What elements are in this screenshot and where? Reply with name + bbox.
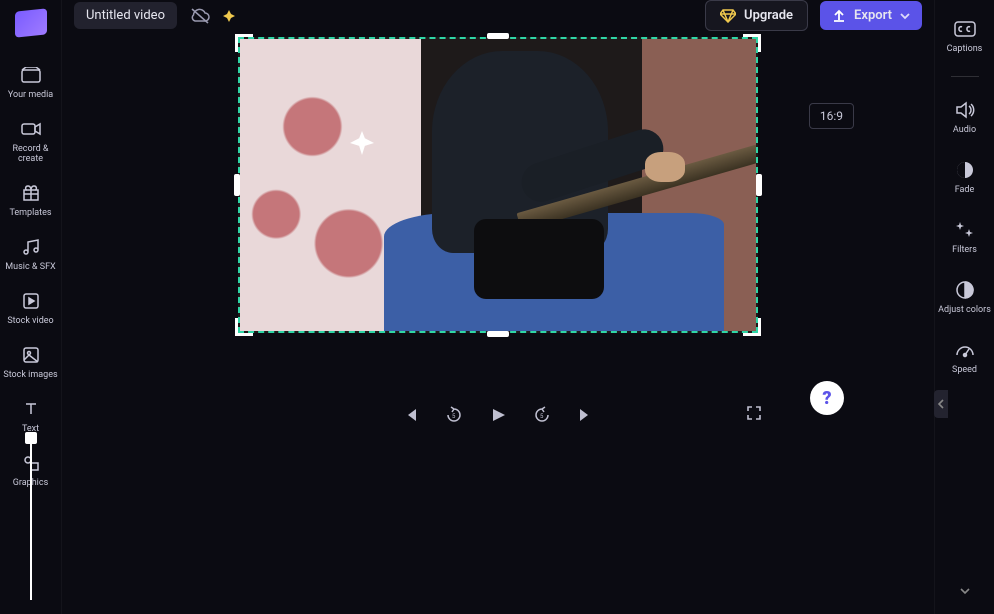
sidebar-item-captions[interactable]: Captions [935, 14, 994, 58]
sidebar-item-templates[interactable]: Templates [0, 178, 61, 222]
diamond-icon [720, 9, 736, 23]
rewind-5s-button[interactable]: 5 [444, 405, 464, 425]
crop-corner-br[interactable] [743, 318, 761, 336]
crop-edge-bottom[interactable] [487, 331, 509, 337]
crop-corner-tl[interactable] [235, 34, 253, 52]
film-icon [20, 290, 42, 312]
sidebar-item-graphics[interactable]: Graphics [0, 448, 61, 492]
sidebar-item-speed[interactable]: Speed [935, 335, 994, 379]
speedometer-icon [954, 339, 976, 361]
sidebar-item-fade[interactable]: Fade [935, 155, 994, 199]
expand-panel-button[interactable] [934, 390, 948, 418]
export-button[interactable]: Export [820, 1, 922, 30]
text-icon [20, 398, 42, 420]
image-icon [20, 344, 42, 366]
svg-text:5: 5 [452, 413, 456, 420]
app-logo [15, 8, 47, 37]
crop-edge-top[interactable] [487, 33, 509, 39]
shapes-icon [20, 452, 42, 474]
crop-corner-bl[interactable] [235, 318, 253, 336]
project-title[interactable]: Untitled video [74, 2, 177, 29]
crop-edge-right[interactable] [756, 174, 762, 196]
fullscreen-button[interactable] [746, 405, 762, 421]
skip-back-button[interactable] [400, 405, 420, 425]
upgrade-button[interactable]: Upgrade [705, 0, 808, 31]
transport-controls: 5 5 [62, 405, 934, 425]
sidebar-item-filters[interactable]: Filters [935, 215, 994, 259]
premium-spark-icon [223, 10, 235, 22]
filters-icon [954, 219, 976, 241]
svg-text:5: 5 [540, 413, 544, 420]
cloud-sync-off-icon[interactable] [189, 7, 211, 25]
sidebar-item-audio[interactable]: Audio [935, 95, 994, 139]
header: Untitled video Upgrade Export [62, 0, 934, 31]
sidebar-item-your-media[interactable]: Your media [0, 60, 61, 104]
gift-icon [20, 182, 42, 204]
sidebar-item-record-create[interactable]: Record & create [0, 114, 61, 168]
crop-corner-tr[interactable] [743, 34, 761, 52]
fade-icon [954, 159, 976, 181]
media-icon [20, 64, 42, 86]
sidebar-item-stock-images[interactable]: Stock images [0, 340, 61, 384]
sidebar-item-music-sfx[interactable]: Music & SFX [0, 232, 61, 276]
help-button[interactable]: ? [810, 381, 844, 415]
sidebar-item-text[interactable]: Text [0, 394, 61, 438]
captions-icon [954, 18, 976, 40]
contrast-icon [954, 279, 976, 301]
forward-5s-button[interactable]: 5 [532, 405, 552, 425]
play-button[interactable] [488, 405, 508, 425]
main-area: Untitled video Upgrade Export [62, 0, 934, 614]
collapse-right-rail-button[interactable] [935, 586, 994, 604]
upload-icon [832, 9, 846, 23]
aspect-ratio-button[interactable]: 16:9 [809, 103, 854, 129]
music-icon [20, 236, 42, 258]
sidebar-item-adjust-colors[interactable]: Adjust colors [935, 275, 994, 319]
preview-canvas[interactable] [238, 37, 758, 333]
preview-area: 16:9 [62, 37, 934, 333]
chevron-down-icon [900, 12, 910, 20]
video-frame [240, 39, 756, 331]
divider [951, 76, 979, 77]
sidebar-item-stock-video[interactable]: Stock video [0, 286, 61, 330]
skip-forward-button[interactable] [576, 405, 596, 425]
left-sidebar: Your media Record & create Templates Mus… [0, 0, 62, 614]
speaker-icon [954, 99, 976, 121]
crop-edge-left[interactable] [234, 174, 240, 196]
right-sidebar: Captions Audio Fade Filters Adjust color… [934, 0, 994, 614]
camera-icon [20, 118, 42, 140]
